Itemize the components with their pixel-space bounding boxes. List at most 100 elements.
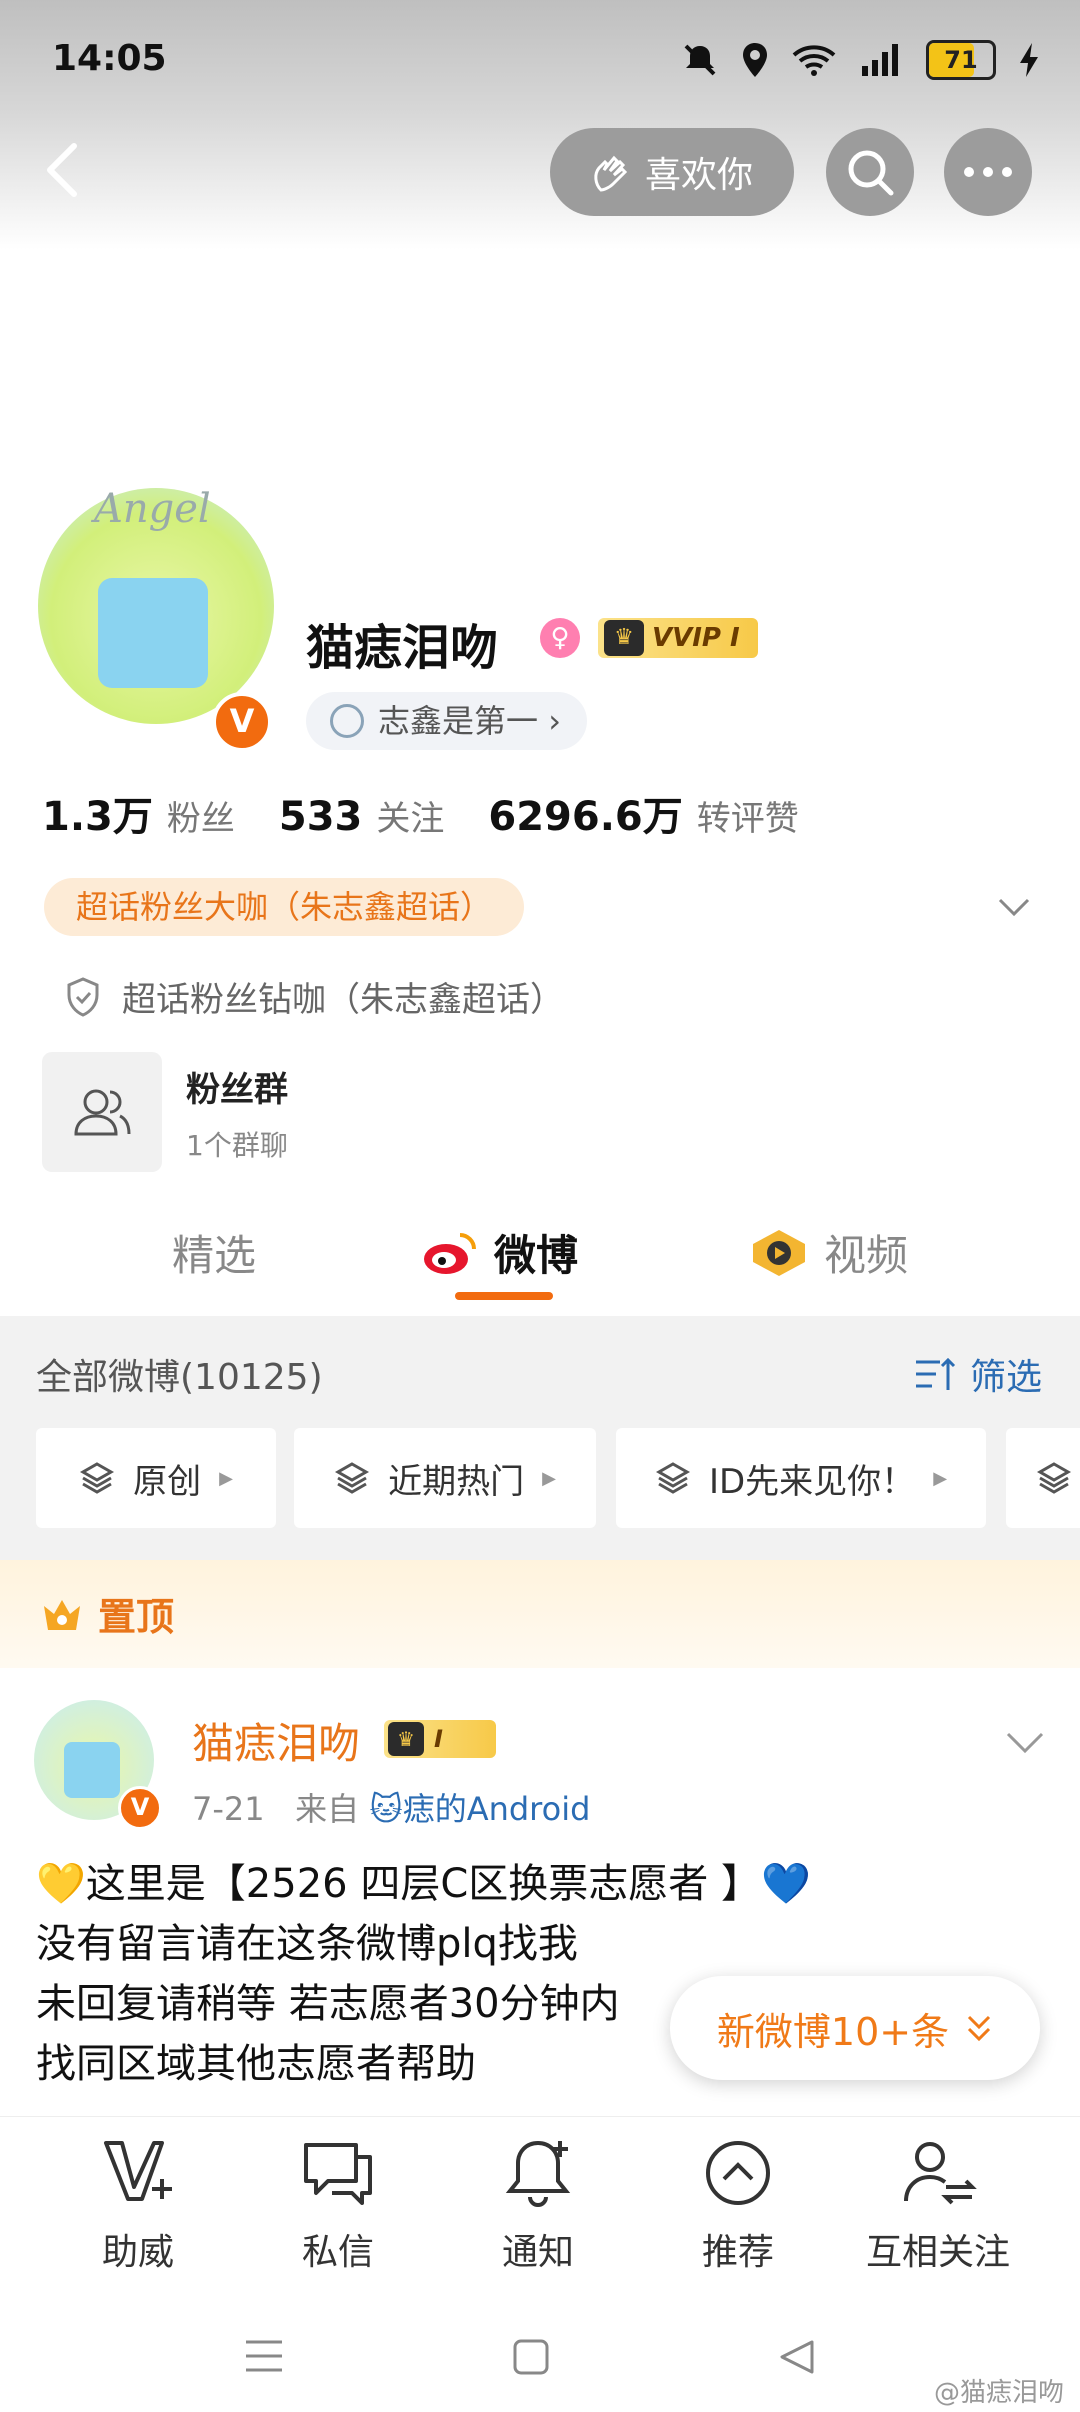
- fan-title-secondary: 超话粉丝钻咖（朱志鑫超话）: [66, 972, 564, 1021]
- post-level-label: I: [434, 1725, 443, 1753]
- nav-recommend[interactable]: 推荐: [648, 2135, 828, 2275]
- nav-cheer-label: 助威: [101, 2232, 174, 2273]
- tab-featured[interactable]: 精选: [172, 1222, 256, 1283]
- fan-title-secondary-label: 超话粉丝钻咖（朱志鑫超话）: [122, 980, 564, 1020]
- category-hot[interactable]: 近期热门 ▶: [294, 1428, 596, 1528]
- filter-button[interactable]: 筛选: [914, 1348, 1042, 1400]
- chevron-down-icon[interactable]: [1002, 1722, 1048, 1762]
- back-triangle-icon[interactable]: [778, 2338, 816, 2376]
- weibo-logo-icon: [424, 1232, 476, 1274]
- profile-name: 猫痣泪吻: [306, 620, 499, 676]
- bottom-nav: 助威 私信 通知 推荐 互相关注: [0, 2116, 1080, 2297]
- nav-messages[interactable]: 私信: [248, 2135, 428, 2275]
- post-level-badge: ♛ I: [384, 1720, 496, 1758]
- filter-label: 筛选: [969, 1357, 1042, 1398]
- pinned-crown-icon: [44, 1599, 80, 1630]
- avatar-angel-text: Angel: [94, 486, 211, 532]
- system-nav-bar: [0, 2296, 1080, 2412]
- nav-notifications-label: 通知: [501, 2232, 574, 2273]
- like-you-button[interactable]: 喜欢你: [550, 128, 794, 216]
- category-original-label: 原创: [133, 1461, 202, 1502]
- vvip-badge[interactable]: ♛ VVIP I: [598, 618, 758, 658]
- category-original[interactable]: 原创 ▶: [36, 1428, 276, 1528]
- layers-icon: [1036, 1462, 1072, 1494]
- nav-cheer[interactable]: 助威: [48, 2135, 228, 2275]
- stat-fans-value: 1.3万: [42, 794, 153, 840]
- profile-avatar[interactable]: Angel: [38, 486, 274, 724]
- video-play-icon: [753, 1229, 805, 1276]
- post-from-prefix: 来自: [295, 1790, 360, 1828]
- tab-video[interactable]: 视频: [750, 1222, 908, 1283]
- post-source[interactable]: 🐱痣的Android: [369, 1790, 590, 1828]
- vvip-label: VVIP I: [652, 623, 740, 653]
- cheer-icon: [104, 2141, 172, 2201]
- tab-weibo-label: 微博: [494, 1231, 579, 1280]
- mute-icon: [684, 44, 716, 76]
- message-icon: [304, 2143, 372, 2205]
- status-bar: 14:05 71: [0, 0, 1080, 120]
- bell-icon: [505, 2140, 571, 2207]
- double-chevron-down-icon: [968, 2015, 991, 2042]
- nav-messages-label: 私信: [301, 2232, 374, 2273]
- search-icon: [848, 150, 894, 196]
- tab-featured-label: 精选: [172, 1231, 257, 1280]
- like-you-label: 喜欢你: [644, 155, 753, 196]
- post-date: 7-21: [192, 1790, 265, 1828]
- new-weibo-button[interactable]: 新微博10+条: [670, 1976, 1040, 2080]
- stat-following[interactable]: 533 关注: [279, 791, 445, 840]
- fan-group-subtitle: 1个群聊: [186, 1129, 288, 1162]
- category-more[interactable]: [1006, 1428, 1080, 1528]
- nav-mutual-follow-label: 互相关注: [865, 2232, 1010, 2273]
- battery-level: 71: [944, 46, 978, 74]
- all-weibo-count: 全部微博(10125): [36, 1357, 323, 1398]
- fan-group-icon-box[interactable]: [42, 1052, 162, 1172]
- active-tab-indicator: [455, 1292, 553, 1300]
- tab-video-label: 视频: [824, 1231, 909, 1280]
- menu-lines-icon[interactable]: [244, 2338, 284, 2374]
- post-verified-badge: V: [118, 1786, 162, 1830]
- mutual-follow-icon: [904, 2142, 977, 2205]
- caret-right-icon: ▶: [219, 1467, 233, 1489]
- status-icons: 71: [682, 40, 1040, 80]
- stat-fans-label: 粉丝: [166, 799, 235, 839]
- profile-tag-label: 志鑫是第一: [378, 702, 539, 740]
- pinned-text: 置顶: [98, 1595, 175, 1639]
- category-hot-label: 近期热门: [388, 1461, 525, 1502]
- tab-weibo[interactable]: 微博: [422, 1222, 578, 1283]
- search-button[interactable]: [826, 128, 914, 216]
- tag-flower-icon: [330, 704, 364, 738]
- chevron-down-icon[interactable]: [994, 886, 1034, 926]
- crown-icon: ♛: [388, 1722, 424, 1756]
- caret-right-icon: ▶: [933, 1467, 948, 1489]
- verified-badge: V: [212, 692, 272, 752]
- fan-group-title[interactable]: 粉丝群: [186, 1062, 288, 1111]
- back-arrow-icon[interactable]: [36, 140, 92, 200]
- post-line-2: 没有留言请在这条微博plq找我: [36, 1921, 578, 1967]
- nav-mutual-follow[interactable]: 互相关注: [848, 2135, 1028, 2275]
- home-square-icon[interactable]: [512, 2338, 550, 2376]
- watermark: @猫痣泪吻: [933, 2378, 1064, 2408]
- category-id-label: ID先来见你！: [708, 1461, 916, 1502]
- recommend-icon: [706, 2141, 770, 2205]
- post-username[interactable]: 猫痣泪吻: [192, 1710, 360, 1771]
- shield-icon: [67, 976, 99, 1017]
- more-button[interactable]: [944, 128, 1032, 216]
- wifi-icon: [792, 45, 836, 76]
- profile-stats: 1.3万 粉丝 533 关注 6296.6万 转评赞: [42, 784, 799, 842]
- hand-wave-icon: [594, 155, 628, 192]
- stat-fans[interactable]: 1.3万 粉丝: [42, 784, 235, 842]
- stat-interactions[interactable]: 6296.6万 转评赞: [488, 784, 798, 842]
- profile-tag-chip[interactable]: 志鑫是第一 ›: [306, 692, 587, 750]
- battery-indicator: 71: [926, 40, 996, 80]
- nav-notifications[interactable]: 通知: [448, 2135, 628, 2275]
- category-id[interactable]: ID先来见你！ ▶: [616, 1428, 986, 1528]
- layers-icon: [655, 1462, 690, 1494]
- post-avatar-graphic: [64, 1742, 120, 1798]
- fan-title-badge[interactable]: 超话粉丝大咖（朱志鑫超话）: [44, 878, 525, 936]
- avatar-inner-graphic: [98, 578, 208, 688]
- caret-right-icon: ▶: [542, 1467, 556, 1489]
- group-people-icon: [74, 1089, 131, 1136]
- more-dots-icon: [964, 167, 1012, 177]
- nav-recommend-label: 推荐: [701, 2232, 774, 2273]
- post-line-1: 💛这里是【2526 四层C区换票志愿者 】💙: [36, 1861, 811, 1907]
